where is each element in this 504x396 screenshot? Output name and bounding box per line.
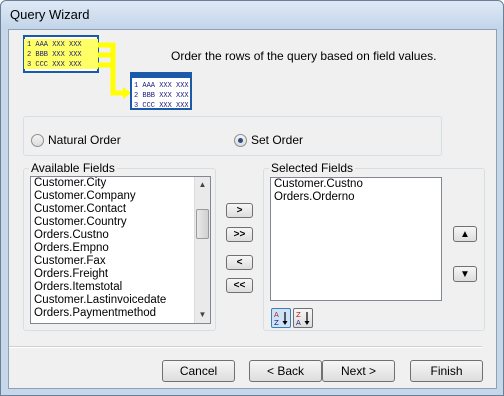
add-all-fields-label: >> <box>233 229 246 240</box>
svg-text:Z: Z <box>274 319 279 327</box>
finish-label: Finish <box>430 364 463 378</box>
sort-illustration-graphic: 1 AAA XXX XXX2 BBB XXX XXX3 CCC XXX XXX … <box>23 35 192 110</box>
available-field-item[interactable]: Customer.Fax <box>31 255 210 268</box>
next-label: Next > <box>340 364 376 378</box>
selected-fields-label: Selected Fields <box>269 161 356 175</box>
sort-ascending-icon: A Z <box>274 311 288 327</box>
move-down-icon: ▼ <box>460 268 470 280</box>
available-field-item[interactable]: Orders.Empno <box>31 242 210 255</box>
window-title: Query Wizard <box>10 7 90 22</box>
move-down-button[interactable]: ▼ <box>453 266 477 282</box>
available-field-item[interactable]: Customer.Lastinvoicedate <box>31 294 210 307</box>
remove-all-fields-label: << <box>233 280 246 291</box>
cancel-label: Cancel <box>179 364 218 378</box>
illustration-row-text: 3 CCC XXX XXX <box>27 61 82 69</box>
illustration-row-text: 2 BBB XXX XXX <box>134 92 189 100</box>
illustration-row-text: 3 CCC XXX XXX <box>134 102 189 110</box>
add-all-fields-button[interactable]: >> <box>226 227 253 242</box>
natural-order-label: Natural Order <box>48 133 121 147</box>
add-field-button[interactable]: > <box>226 203 253 218</box>
remove-all-fields-button[interactable]: << <box>226 278 253 293</box>
available-field-item[interactable]: Customer.Contact <box>31 203 210 216</box>
add-field-label: > <box>236 205 243 216</box>
move-up-button[interactable]: ▲ <box>453 226 477 242</box>
scroll-thumb[interactable] <box>196 209 209 239</box>
remove-field-label: < <box>236 257 243 268</box>
title-bar[interactable]: Query Wizard <box>1 1 503 29</box>
selected-fields-list[interactable]: Customer.Custno Orders.Orderno <box>270 177 442 301</box>
available-field-item[interactable]: Orders.Paymentmethod <box>31 307 210 320</box>
illustration-row-text: 2 BBB XXX XXX <box>27 51 82 59</box>
available-field-item[interactable]: Orders.Itemstotal <box>31 281 210 294</box>
available-fields-scrollbar[interactable]: ▲ ▼ <box>194 177 210 323</box>
step-description: Order the rows of the query based on fie… <box>171 49 437 63</box>
next-button[interactable]: Next > <box>322 360 395 382</box>
selected-field-item[interactable]: Orders.Orderno <box>271 191 441 204</box>
sort-illustration: 1 AAA XXX XXX 2 BBB XXX XXX 3 CCC XXX XXX … <box>21 33 196 113</box>
available-field-item[interactable]: Customer.City <box>31 177 210 190</box>
query-wizard-window: Query Wizard 1 AAA XXX XXX 2 BBB XXX XXX 3… <box>0 0 504 396</box>
svg-text:A: A <box>274 311 279 319</box>
available-field-item[interactable]: Customer.Company <box>31 190 210 203</box>
back-label: < Back <box>266 364 305 378</box>
available-field-item[interactable]: Orders.Custno <box>31 229 210 242</box>
available-field-item[interactable]: Customer.Country <box>31 216 210 229</box>
illustration-row-text: 1 AAA XXX XXX <box>27 41 82 49</box>
scroll-up-icon[interactable]: ▲ <box>195 177 210 193</box>
set-order-radio[interactable]: Set Order <box>234 133 303 147</box>
back-button[interactable]: < Back <box>249 360 322 382</box>
set-order-radio-button <box>234 133 247 147</box>
svg-text:A: A <box>296 319 301 327</box>
available-fields-label: Available Fields <box>29 161 117 175</box>
scroll-down-icon[interactable]: ▼ <box>195 307 210 323</box>
move-up-icon: ▲ <box>460 228 470 240</box>
illustration-row-text: 1 AAA XXX XXX <box>134 82 189 90</box>
svg-text:Z: Z <box>296 311 301 319</box>
remove-field-button[interactable]: < <box>226 255 253 270</box>
available-fields-items: Customer.City Customer.Company Customer.Co… <box>31 177 210 320</box>
sort-descending-button[interactable]: Z A <box>293 308 313 328</box>
cancel-button[interactable]: Cancel <box>162 360 235 382</box>
natural-order-radio-button <box>31 133 44 147</box>
natural-order-radio[interactable]: Natural Order <box>31 133 121 147</box>
finish-button[interactable]: Finish <box>410 360 483 382</box>
sort-ascending-button[interactable]: A Z <box>271 308 291 328</box>
available-fields-list[interactable]: Customer.City Customer.Company Customer.Co… <box>30 176 211 324</box>
selected-field-item[interactable]: Customer.Custno <box>271 178 441 191</box>
selected-fields-items: Customer.Custno Orders.Orderno <box>271 178 441 204</box>
available-field-item[interactable]: Orders.Freight <box>31 268 210 281</box>
footer-separator <box>9 346 482 348</box>
sort-descending-icon: Z A <box>296 311 310 327</box>
set-order-label: Set Order <box>251 133 304 147</box>
